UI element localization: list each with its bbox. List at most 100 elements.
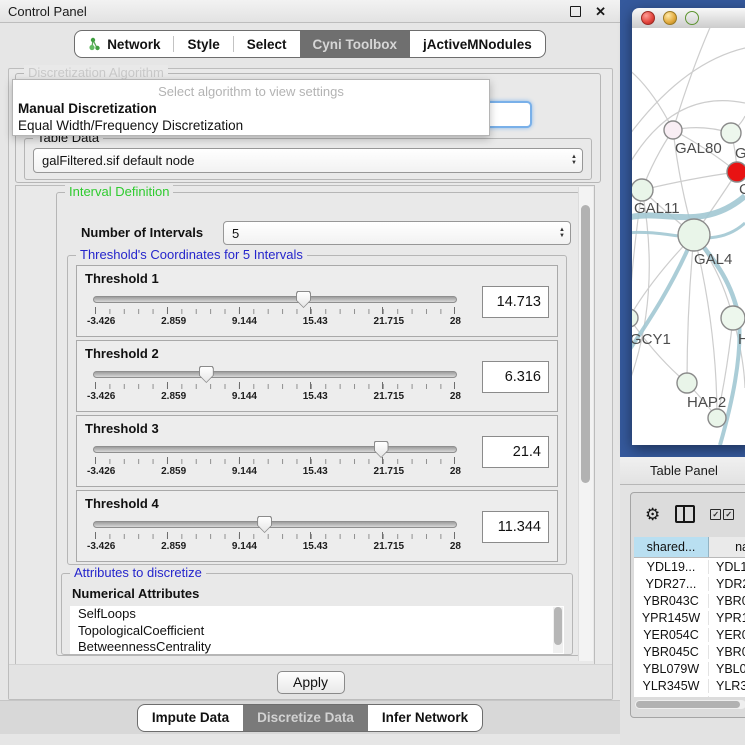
tab-style[interactable]: Style	[174, 31, 232, 57]
slider-tick-labels: -3.4262.8599.14415.4321.71528	[87, 391, 461, 402]
group-title: Threshold's Coordinates for 5 Intervals	[76, 247, 307, 262]
bottom-tabbar: Impute Data Discretize Data Infer Networ…	[0, 700, 620, 734]
table-panel-title: Table Panel	[620, 457, 745, 485]
tab-cyni-toolbox[interactable]: Cyni Toolbox	[300, 31, 411, 57]
table-data-combobox[interactable]: galFiltered.sif default node ▲ ▼	[33, 148, 583, 173]
list-item[interactable]: TopologicalCoefficient	[70, 623, 564, 640]
node[interactable]	[708, 409, 726, 427]
network-icon	[88, 37, 102, 51]
num-intervals-combobox[interactable]: 5 ▲ ▼	[223, 221, 571, 245]
column-select-icons[interactable]: ✓ ✓	[710, 509, 734, 520]
table-row[interactable]: YBR045CYBR0	[634, 643, 745, 660]
column-header-shared-name[interactable]: shared...	[634, 537, 709, 557]
settings-scrollbar[interactable]	[578, 187, 593, 661]
list-item[interactable]: SelfLoops	[70, 606, 564, 623]
slider-track[interactable]	[93, 521, 457, 528]
threshold-value-field[interactable]: 11.344	[482, 511, 549, 543]
slider-thumb[interactable]	[199, 366, 214, 383]
table-row[interactable]: YBR043CYBR0	[634, 592, 745, 609]
slider-tick-labels: -3.4262.8599.14415.4321.71528	[87, 466, 461, 477]
mac-close-icon[interactable]	[641, 11, 655, 25]
stepper-icon[interactable]: ▲ ▼	[566, 155, 582, 166]
slider-thumb[interactable]	[374, 441, 389, 458]
column-header-name[interactable]: na	[709, 537, 745, 557]
node[interactable]	[678, 219, 710, 251]
apply-button[interactable]: Apply	[277, 671, 345, 694]
tab-label: Cyni Toolbox	[313, 37, 398, 52]
threshold-value-field[interactable]: 6.316	[482, 361, 549, 393]
table-row[interactable]: YBL079WYBL0	[634, 660, 745, 677]
list-item[interactable]: BetweennessCentrality	[70, 639, 564, 654]
dropdown-option[interactable]: Equal Width/Frequency Discretization	[16, 117, 486, 134]
list-scrollbar[interactable]	[553, 607, 563, 653]
checkbox-icon[interactable]: ✓	[710, 509, 721, 520]
slider-track[interactable]	[93, 296, 457, 303]
threshold-slider[interactable]: -3.4262.8599.14415.4321.71528	[93, 440, 457, 482]
table-row[interactable]: YPR145WYPR1	[634, 609, 745, 626]
table-h-scrollbar[interactable]	[635, 700, 745, 709]
network-view-window[interactable]: GAL80 GA C GAL11 GAL4 GCY1 H HAP2	[632, 8, 745, 445]
table-header: shared... na	[634, 537, 745, 558]
stepper-down-icon: ▼	[559, 234, 565, 239]
scrollbar-thumb[interactable]	[636, 701, 740, 708]
threshold-value-field[interactable]: 21.4	[482, 436, 549, 468]
split-view-icon[interactable]	[675, 505, 695, 523]
cyni-toolbox-panel: Discretization Algorithm Table Data galF…	[8, 68, 613, 700]
table-row[interactable]: YDR27...YDR2	[634, 575, 745, 592]
tab-infer-network[interactable]: Infer Network	[368, 705, 482, 731]
threshold-label: Threshold 4	[85, 496, 159, 511]
slider-thumb[interactable]	[257, 516, 272, 533]
dropdown-option[interactable]: Manual Discretization	[16, 100, 486, 117]
node-label: GAL11	[634, 200, 680, 217]
slider-track[interactable]	[93, 446, 457, 453]
table-row[interactable]: YER054CYER0	[634, 626, 745, 643]
threshold-label: Threshold 3	[85, 421, 159, 436]
stepper-up-icon: ▲	[559, 228, 565, 233]
node[interactable]	[677, 373, 697, 393]
node[interactable]	[664, 121, 682, 139]
table-row[interactable]: YIL052CYIL0	[634, 694, 745, 697]
node-selected[interactable]	[727, 162, 745, 182]
table-row[interactable]: YLR345WYLR3	[634, 677, 745, 694]
tab-select[interactable]: Select	[234, 31, 300, 57]
tab-network[interactable]: Network	[75, 31, 173, 57]
tab-discretize-data[interactable]: Discretize Data	[243, 705, 368, 731]
tab-label: Style	[187, 37, 219, 52]
slider-track[interactable]	[93, 371, 457, 378]
dropdown-placeholder: Select algorithm to view settings	[13, 84, 489, 99]
table-row[interactable]: YDL19...YDL1	[634, 558, 745, 575]
slider-major-ticks	[95, 307, 455, 314]
scrollbar-thumb[interactable]	[554, 607, 562, 645]
threshold-value-field[interactable]: 14.713	[482, 286, 549, 318]
network-canvas[interactable]: GAL80 GA C GAL11 GAL4 GCY1 H HAP2	[632, 28, 745, 445]
threshold-slider[interactable]: -3.4262.8599.14415.4321.71528	[93, 515, 457, 557]
threshold-slider[interactable]: -3.4262.8599.14415.4321.71528	[93, 365, 457, 407]
mac-minimize-icon[interactable]	[663, 11, 677, 25]
scrollbar-thumb[interactable]	[581, 205, 590, 483]
tab-label: Select	[247, 37, 287, 52]
network-window-titlebar[interactable]	[632, 8, 745, 29]
node[interactable]	[632, 179, 653, 201]
app-root: Control Panel ✕ Network St	[0, 0, 745, 745]
mac-zoom-icon[interactable]	[685, 11, 699, 25]
stepper-icon[interactable]: ▲ ▼	[554, 228, 570, 239]
top-tab-group: Network Style Select Cyni Toolbox jActiv…	[74, 30, 546, 58]
node[interactable]	[721, 123, 741, 143]
float-window-icon[interactable]	[570, 6, 581, 17]
thresholds-group: Threshold's Coordinates for 5 Intervals …	[67, 255, 567, 565]
group-title: Attributes to discretize	[70, 565, 206, 580]
panel-title: Control Panel	[0, 4, 570, 19]
node[interactable]	[721, 306, 745, 330]
checkbox-icon[interactable]: ✓	[723, 509, 734, 520]
tab-impute-data[interactable]: Impute Data	[138, 705, 243, 731]
slider-thumb[interactable]	[296, 291, 311, 308]
tab-jactivemnodules[interactable]: jActiveMNodules	[410, 31, 545, 57]
top-tabbar: Network Style Select Cyni Toolbox jActiv…	[0, 30, 620, 58]
threshold-slider[interactable]: -3.4262.8599.14415.4321.71528	[93, 290, 457, 332]
slider-major-ticks	[95, 532, 455, 539]
close-icon[interactable]: ✕	[595, 5, 606, 18]
interval-definition-group: Interval Definition Number of Intervals …	[56, 192, 580, 656]
table-panel-body: ⚙ ✓ ✓ shared... na YDL19...YDL1 YDR27...…	[630, 492, 745, 718]
gear-icon[interactable]: ⚙	[645, 506, 660, 523]
node[interactable]	[632, 309, 638, 327]
